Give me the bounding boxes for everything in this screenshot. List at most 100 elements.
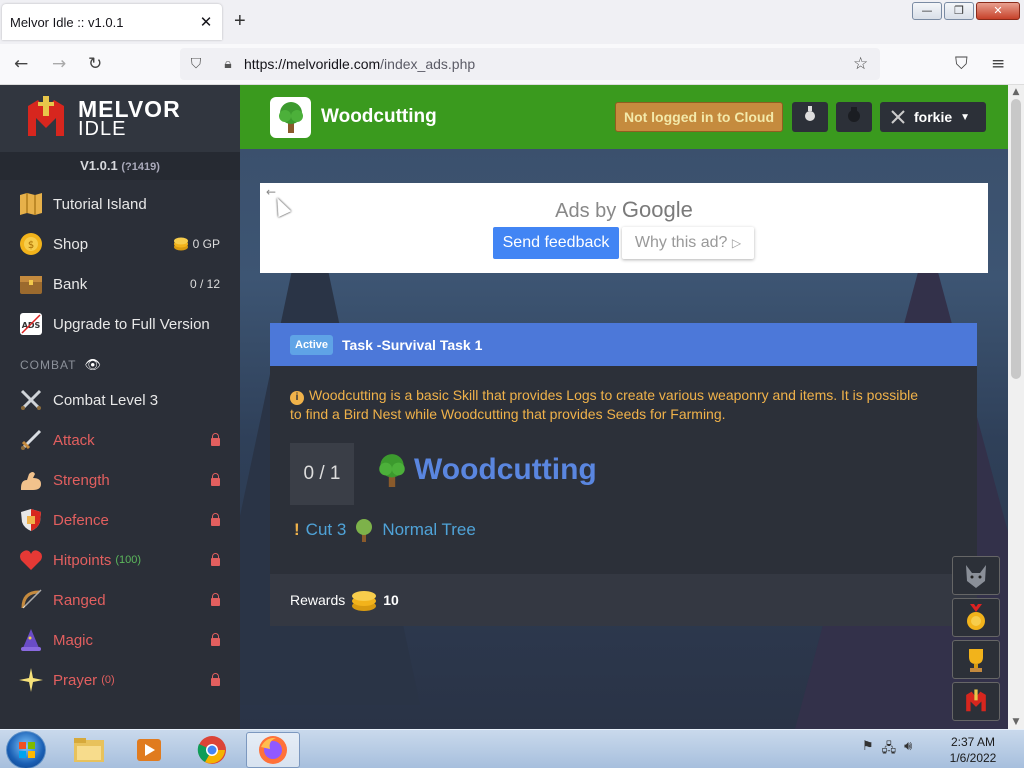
taskbar-clock[interactable]: 2:37 AM 1/6/2022	[935, 734, 1011, 766]
new-tab-button[interactable]: +	[234, 11, 246, 31]
close-window-button[interactable]: ✕	[976, 2, 1020, 20]
sword-icon	[18, 427, 44, 453]
sidebar-item-label: Shop	[53, 235, 89, 253]
taskbar-firefox[interactable]	[246, 732, 300, 768]
sidebar-item-prayer[interactable]: Prayer (0)	[0, 660, 240, 700]
scrollbar-thumb[interactable]	[1011, 99, 1021, 379]
melvor-menu-button[interactable]	[952, 682, 1000, 721]
info-icon: i	[290, 391, 304, 405]
why-this-ad-button[interactable]: Why this ad? ▷	[622, 227, 754, 259]
sidebar-item-label: Prayer	[53, 671, 98, 689]
shield-icon[interactable]: ⛉	[180, 56, 212, 72]
google-logo: Google	[621, 197, 693, 222]
network-icon[interactable]: 🖧︎	[882, 739, 897, 761]
maximize-button[interactable]: ❐	[944, 2, 974, 20]
browser-tab[interactable]: Melvor Idle :: v1.0.1 ✕	[2, 4, 222, 40]
why-this-ad-label: Why this ad?	[634, 234, 728, 251]
bag-icon	[848, 107, 860, 122]
taskbar-chrome[interactable]	[185, 732, 239, 768]
sparkle-icon	[18, 667, 44, 693]
wizard-hat-icon	[18, 627, 44, 653]
equipment-button[interactable]	[836, 102, 872, 132]
arm-icon	[18, 467, 44, 493]
pocket-icon[interactable]: ⛉	[955, 54, 968, 74]
minimize-button[interactable]: —	[912, 2, 942, 20]
clock-time: 2:37 AM	[950, 735, 996, 749]
taskbar-media-player[interactable]	[122, 732, 176, 768]
sidebar-item-ranged[interactable]: Ranged	[0, 580, 240, 620]
forward-arrow-icon[interactable]: →	[52, 54, 66, 74]
sidebar-item-upgrade[interactable]: ADS Upgrade to Full Version	[0, 304, 240, 344]
sidebar-item-bank[interactable]: Bank 0 / 12	[0, 264, 240, 304]
achievements-button[interactable]	[952, 640, 1000, 679]
combat-section-header[interactable]: COMBAT 👁︎	[0, 350, 240, 380]
sidebar-item-label: Magic	[53, 631, 94, 649]
sidebar-item-tutorial-island[interactable]: Tutorial Island	[0, 184, 240, 224]
gold-coins-icon	[352, 591, 377, 611]
tab-close-icon[interactable]: ✕	[198, 13, 214, 31]
sidebar-item-strength[interactable]: Strength	[0, 460, 240, 500]
svg-text:$: $	[28, 240, 34, 251]
bow-icon	[18, 587, 44, 613]
sidebar-item-hitpoints[interactable]: Hitpoints (100)	[0, 540, 240, 580]
lock-icon	[211, 553, 220, 566]
version-build: (?1419)	[121, 161, 160, 173]
tab-title: Melvor Idle :: v1.0.1	[10, 14, 124, 30]
tree-icon	[270, 96, 311, 138]
send-feedback-button[interactable]: Send feedback	[493, 227, 619, 259]
ad-banner[interactable]: ← Ads by Google Send feedback Why this a…	[260, 183, 988, 273]
sidebar-item-label: Upgrade to Full Version	[53, 315, 210, 333]
cloud-status-button[interactable]: Not logged in to Cloud	[615, 102, 783, 132]
user-menu-button[interactable]: forkie ▼	[880, 102, 986, 132]
main-content: Woodcutting Not logged in to Cloud forki…	[240, 85, 1008, 729]
action-center-icon[interactable]: ⚑	[862, 739, 874, 761]
task-requirement: ! Cut 3 Normal Tree	[294, 518, 476, 542]
scroll-down-icon[interactable]: ▼	[1008, 717, 1024, 727]
gold-coins-icon	[173, 237, 188, 251]
logo[interactable]: MELVOR IDLE	[0, 85, 240, 152]
address-bar[interactable]: ⛉ 🔒︎ https://melvoridle.com /index_ads.p…	[180, 48, 880, 80]
mastery-button[interactable]	[952, 598, 1000, 637]
scroll-up-icon[interactable]: ▲	[1008, 87, 1024, 97]
potion-button[interactable]	[792, 102, 828, 132]
windows-logo-icon	[19, 742, 35, 758]
sidebar-item-label: Tutorial Island	[53, 195, 147, 213]
browser-tab-bar: Melvor Idle :: v1.0.1 ✕ + — ❐ ✕	[0, 0, 1024, 44]
rewards-amount: 10	[383, 592, 399, 608]
crossed-swords-icon	[18, 387, 44, 413]
sidebar-item-attack[interactable]: Attack	[0, 420, 240, 460]
ads-by-google: Ads by Google	[260, 197, 988, 223]
taskbar-explorer[interactable]	[62, 732, 116, 768]
melvor-logo-icon	[966, 688, 986, 711]
page-title: Woodcutting	[321, 106, 437, 127]
prayer-points: (0)	[101, 674, 115, 686]
svg-text:ADS: ADS	[22, 321, 41, 330]
bookmark-star-icon[interactable]: ☆	[853, 54, 868, 74]
adchoices-icon: ▷	[731, 236, 742, 250]
normal-tree-icon	[356, 519, 373, 542]
page-scrollbar[interactable]: ▲ ▼	[1008, 85, 1024, 729]
sidebar-item-label: Combat Level 3	[53, 391, 159, 409]
melvor-logo-icon	[24, 95, 68, 142]
sidebar-item-magic[interactable]: Magic	[0, 620, 240, 660]
lock-icon[interactable]: 🔒︎	[212, 56, 244, 72]
sidebar-item-defence[interactable]: Defence	[0, 500, 240, 540]
tree-icon	[379, 454, 405, 487]
medal-icon	[967, 603, 985, 630]
exclamation-icon: !	[294, 520, 300, 539]
crossed-swords-icon	[891, 110, 905, 124]
clock-date: 1/6/2022	[949, 751, 997, 765]
volume-icon[interactable]: 🔊︎	[904, 739, 912, 761]
system-tray: ⚑ 🖧︎ 🔊︎	[862, 739, 912, 761]
reload-icon[interactable]: ↻	[88, 54, 102, 74]
pet-button[interactable]	[952, 556, 1000, 595]
eye-icon[interactable]: 👁︎	[84, 358, 102, 373]
task-target: Normal Tree	[382, 520, 476, 539]
sidebar-item-shop[interactable]: $ Shop 0 GP	[0, 224, 240, 264]
menu-icon[interactable]: ≡	[991, 54, 1005, 74]
logo-line2: IDLE	[78, 117, 127, 140]
sidebar-item-combat[interactable]: Combat Level 3	[0, 380, 240, 420]
task-card-header: Active Task -Survival Task 1	[270, 323, 977, 366]
back-arrow-icon[interactable]: ←	[14, 54, 28, 74]
start-button[interactable]	[6, 731, 46, 768]
